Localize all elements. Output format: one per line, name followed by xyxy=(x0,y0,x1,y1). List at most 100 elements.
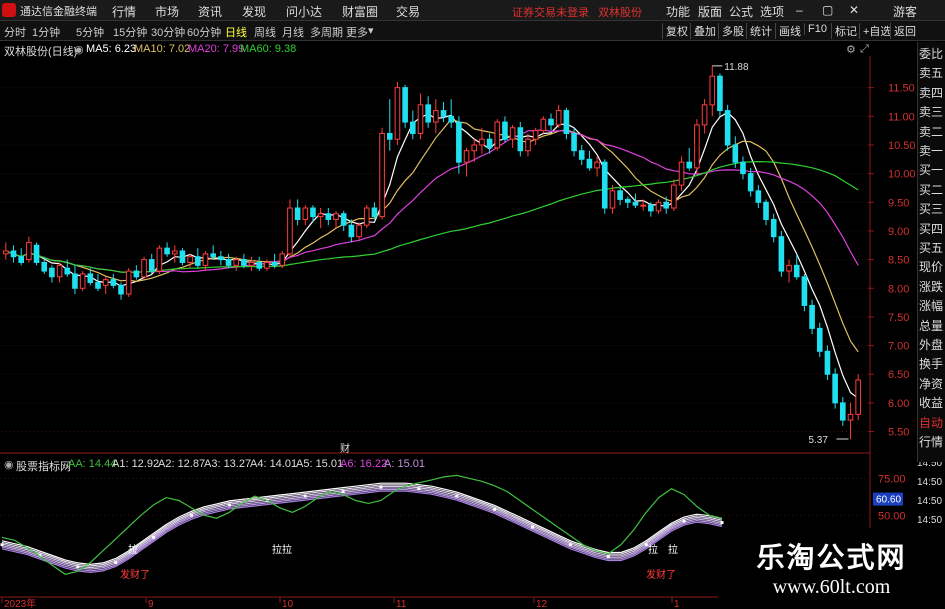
a6-value: A6: 16.22 xyxy=(340,458,388,470)
candle-body xyxy=(356,224,362,238)
menu-item-layout[interactable]: 版面 xyxy=(698,3,722,20)
a-band-marker xyxy=(227,503,231,507)
side-panel-item[interactable]: 外盘 xyxy=(919,339,943,351)
candle-body xyxy=(26,241,32,261)
tab-30min[interactable]: 30分钟 xyxy=(151,24,185,40)
candle-body xyxy=(724,110,731,146)
menu-item-formula[interactable]: 公式 xyxy=(729,3,753,20)
indicator-settings-icon[interactable]: ◉ xyxy=(4,458,14,471)
candle-body xyxy=(171,250,178,255)
stats-button[interactable]: 统计 xyxy=(746,23,772,39)
candle-body xyxy=(640,204,646,207)
minimize-icon[interactable]: – xyxy=(796,3,803,17)
side-panel-item[interactable]: 行情 xyxy=(919,436,943,448)
menu-item-ask[interactable]: 问小达 xyxy=(286,3,322,20)
candle-body xyxy=(793,264,800,278)
tab-15min[interactable]: 15分钟 xyxy=(113,24,147,40)
ma60-line xyxy=(5,160,859,273)
candle-body xyxy=(555,110,562,126)
f10-button[interactable]: F10 xyxy=(804,23,827,35)
side-panel-item[interactable]: 卖三 xyxy=(919,106,943,118)
side-panel-item[interactable]: 卖一 xyxy=(919,145,943,157)
more-dropdown-icon[interactable]: ▾ xyxy=(368,24,374,37)
menu-item-news[interactable]: 资讯 xyxy=(198,3,222,20)
side-panel-item[interactable]: 换手 xyxy=(919,358,943,370)
menu-item-discover[interactable]: 发现 xyxy=(242,3,266,20)
a1-value: A1: 12.92 xyxy=(112,458,160,470)
tab-1min[interactable]: 1分钟 xyxy=(32,24,60,40)
period-toolbar: 分时 1分钟 5分钟 15分钟 30分钟 60分钟 日线 周线 月线 多周期 更… xyxy=(0,21,945,41)
side-panel-item[interactable]: 涨幅 xyxy=(919,300,943,312)
tab-60min[interactable]: 60分钟 xyxy=(187,24,221,40)
signal-fa-1: 发财了 xyxy=(120,568,150,581)
price-tick-label: 8.00 xyxy=(888,283,909,295)
side-panel-item[interactable]: 涨跌 xyxy=(919,281,943,293)
adjust-button[interactable]: 复权 xyxy=(662,23,688,39)
candle-body xyxy=(56,264,63,278)
add-watchlist-button[interactable]: +自选 xyxy=(859,23,891,39)
menu-item-trade[interactable]: 交易 xyxy=(396,3,420,20)
candle-body xyxy=(225,259,232,266)
date-label: 12 xyxy=(536,599,548,609)
candle-body xyxy=(102,279,109,286)
side-panel-item[interactable]: 买五 xyxy=(919,242,943,254)
menu-item-market[interactable]: 市场 xyxy=(155,3,179,20)
side-panel-item[interactable]: 卖五 xyxy=(919,67,943,79)
side-panel-item[interactable]: 买三 xyxy=(919,203,943,215)
side-panel-item[interactable]: 买四 xyxy=(919,223,943,235)
candle-body xyxy=(755,190,762,203)
candle-body xyxy=(3,250,9,255)
side-panel-item[interactable]: 卖四 xyxy=(919,87,943,99)
tab-weekly[interactable]: 周线 xyxy=(254,24,276,40)
candle-body xyxy=(233,259,239,266)
ma20-line xyxy=(5,128,859,273)
candle-body xyxy=(179,250,186,263)
watermark-url: www.60lt.com xyxy=(772,576,891,598)
side-panel-item[interactable]: 收益 xyxy=(919,397,943,409)
tab-monthly[interactable]: 月线 xyxy=(282,24,304,40)
close-icon[interactable]: ✕ xyxy=(849,3,859,17)
candle-body xyxy=(195,256,201,266)
overlay-button[interactable]: 叠加 xyxy=(690,23,716,39)
side-panel-item[interactable]: 自动 xyxy=(919,417,943,429)
restore-icon[interactable]: ▢ xyxy=(822,3,833,17)
chart-area[interactable]: 11.50 11.00 10.50 10.00 9.50 9.00 8.50 8.00 7.50… xyxy=(0,41,945,609)
side-panel-item[interactable]: 卖二 xyxy=(919,126,943,138)
candle-body xyxy=(310,207,316,218)
candle-body xyxy=(847,413,854,421)
side-panel-item[interactable]: 买一 xyxy=(919,164,943,176)
mark-button[interactable]: 标记 xyxy=(831,23,857,39)
menu-item-wealth[interactable]: 财富圈 xyxy=(342,3,378,20)
side-panel-item[interactable]: 委比 xyxy=(919,48,943,60)
candle-body xyxy=(317,213,324,218)
tab-5min[interactable]: 5分钟 xyxy=(76,24,104,40)
a-value: A: 15.01 xyxy=(384,458,425,470)
menu-item-quotes[interactable]: 行情 xyxy=(112,3,136,20)
candle-body xyxy=(379,133,385,218)
candle-body xyxy=(686,161,693,169)
side-panel-item[interactable]: 买二 xyxy=(919,184,943,196)
candle-body xyxy=(210,253,216,258)
candle-body xyxy=(747,173,754,192)
tab-timeshare[interactable]: 分时 xyxy=(4,24,26,40)
multi-stock-button[interactable]: 多股 xyxy=(718,23,744,39)
back-button[interactable]: 返回 xyxy=(890,23,916,39)
candle-body xyxy=(578,150,585,160)
side-panel-item[interactable]: 现价 xyxy=(919,261,943,273)
menu-item-guest[interactable]: 游客 xyxy=(893,3,917,20)
tab-more[interactable]: 更多 xyxy=(346,24,368,40)
menu-item-options[interactable]: 选项 xyxy=(760,3,784,20)
tab-multi-period[interactable]: 多周期 xyxy=(310,24,343,40)
price-tick-label: 8.50 xyxy=(888,255,909,267)
tab-daily[interactable]: 日线 xyxy=(225,24,247,40)
draw-line-button[interactable]: 画线 xyxy=(775,23,801,39)
candle-body xyxy=(517,127,524,152)
candle-body xyxy=(148,259,155,272)
menu-item-function[interactable]: 功能 xyxy=(666,3,690,20)
candle-body xyxy=(778,236,785,272)
side-panel-item[interactable]: 净资 xyxy=(919,378,943,390)
candle-body xyxy=(471,144,478,152)
side-panel-item[interactable]: 总量 xyxy=(919,320,943,332)
candle-body xyxy=(456,121,462,163)
candle-body xyxy=(386,133,393,140)
